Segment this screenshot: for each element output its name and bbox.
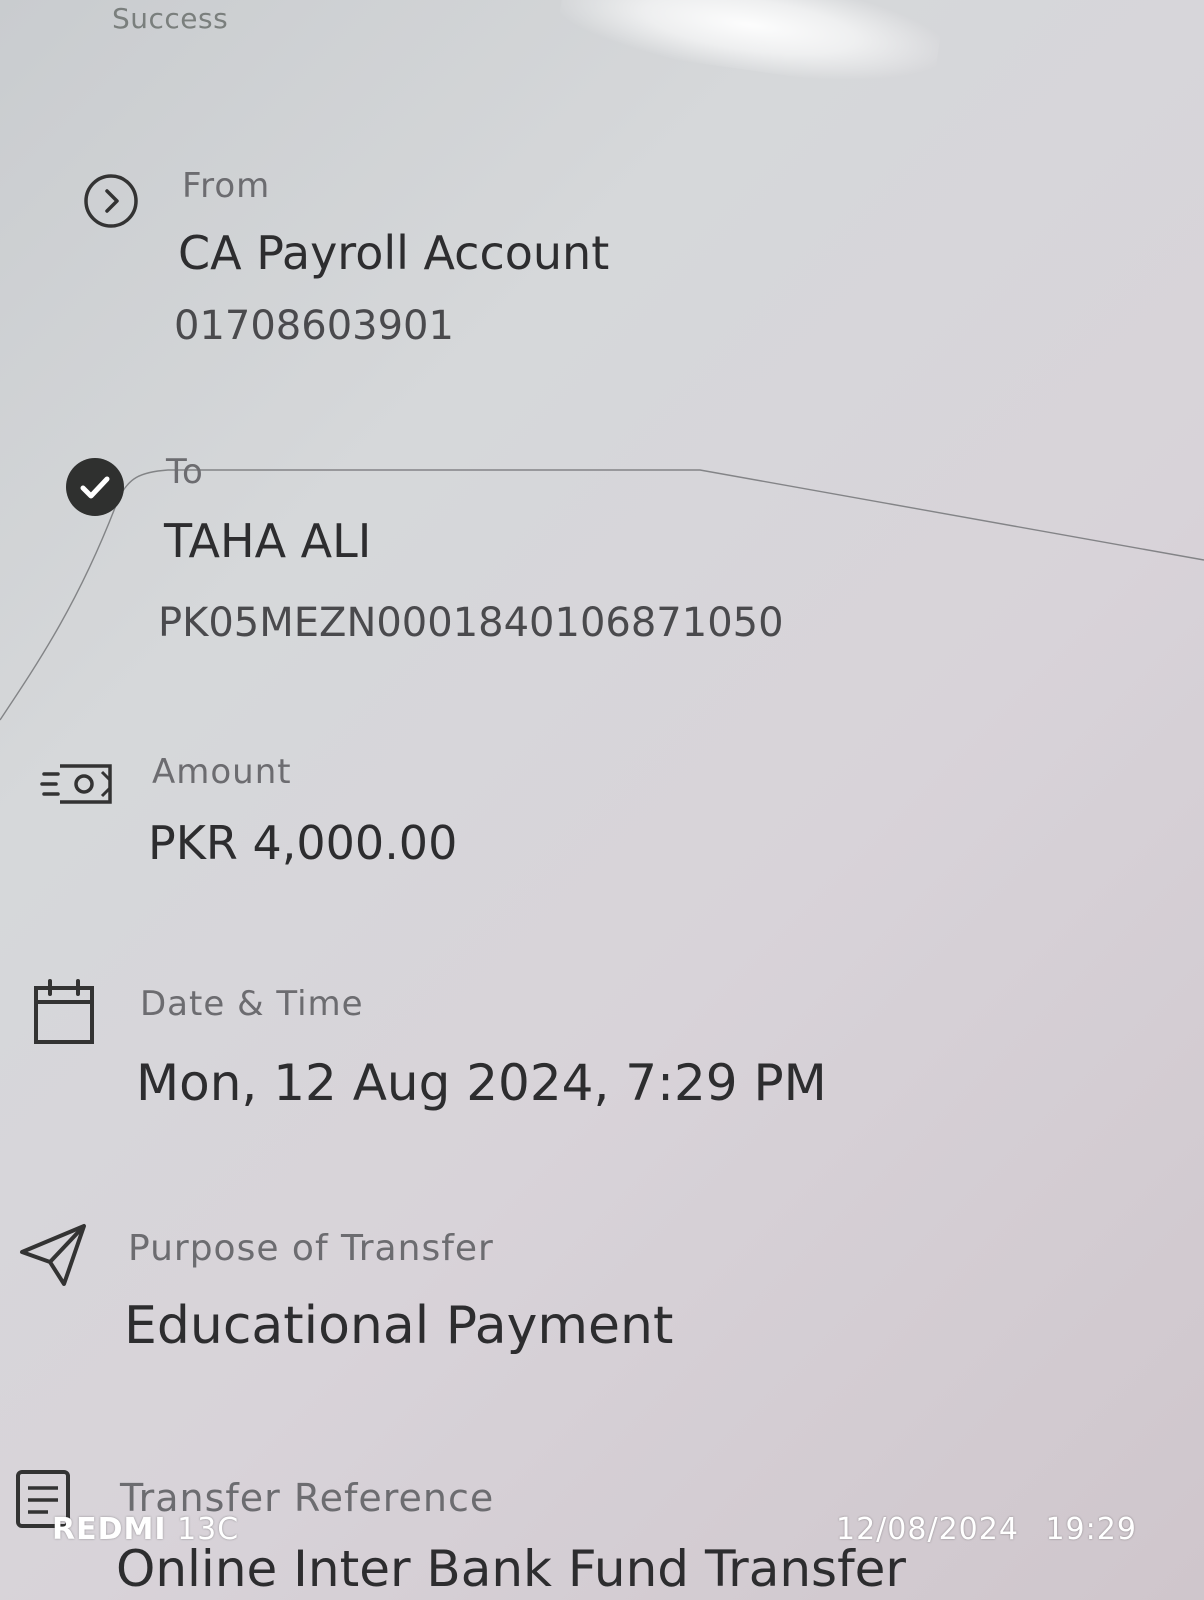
purpose-label: Purpose of Transfer	[128, 1228, 494, 1269]
from-label: From	[182, 166, 271, 206]
watermark-model: 13C	[177, 1512, 240, 1547]
recipient-name: TAHA ALI	[164, 514, 372, 568]
to-label: To	[166, 452, 204, 492]
check-circle-icon	[64, 456, 126, 522]
calendar-icon	[32, 978, 96, 1050]
reference-value: Online Inter Bank Fund Transfer	[116, 1540, 906, 1598]
watermark-time: 19:29	[1045, 1512, 1137, 1547]
send-icon	[18, 1222, 88, 1292]
camera-watermark-model: REDMI 13C	[52, 1512, 239, 1547]
status-text: Success	[112, 2, 229, 35]
screen-crack	[0, 469, 1204, 721]
datetime-label: Date & Time	[140, 984, 364, 1024]
recipient-iban: PK05MEZN0001840106871050	[158, 600, 784, 646]
from-account-number: 01708603901	[174, 303, 454, 349]
amount-label: Amount	[152, 752, 292, 792]
amount-value: PKR 4,000.00	[148, 816, 457, 870]
chevron-circle-icon	[82, 172, 140, 234]
cash-icon	[40, 758, 116, 814]
amount-currency: PKR	[148, 816, 238, 870]
datetime-value: Mon, 12 Aug 2024, 7:29 PM	[136, 1054, 827, 1112]
purpose-value: Educational Payment	[124, 1296, 674, 1356]
light-glare	[555, 0, 945, 97]
camera-watermark-datetime: 12/08/2024 19:29	[836, 1512, 1137, 1547]
watermark-brand: REDMI	[52, 1512, 167, 1547]
amount-number: 4,000.00	[252, 816, 458, 870]
watermark-date: 12/08/2024	[836, 1512, 1019, 1547]
from-account-name: CA Payroll Account	[178, 226, 610, 280]
